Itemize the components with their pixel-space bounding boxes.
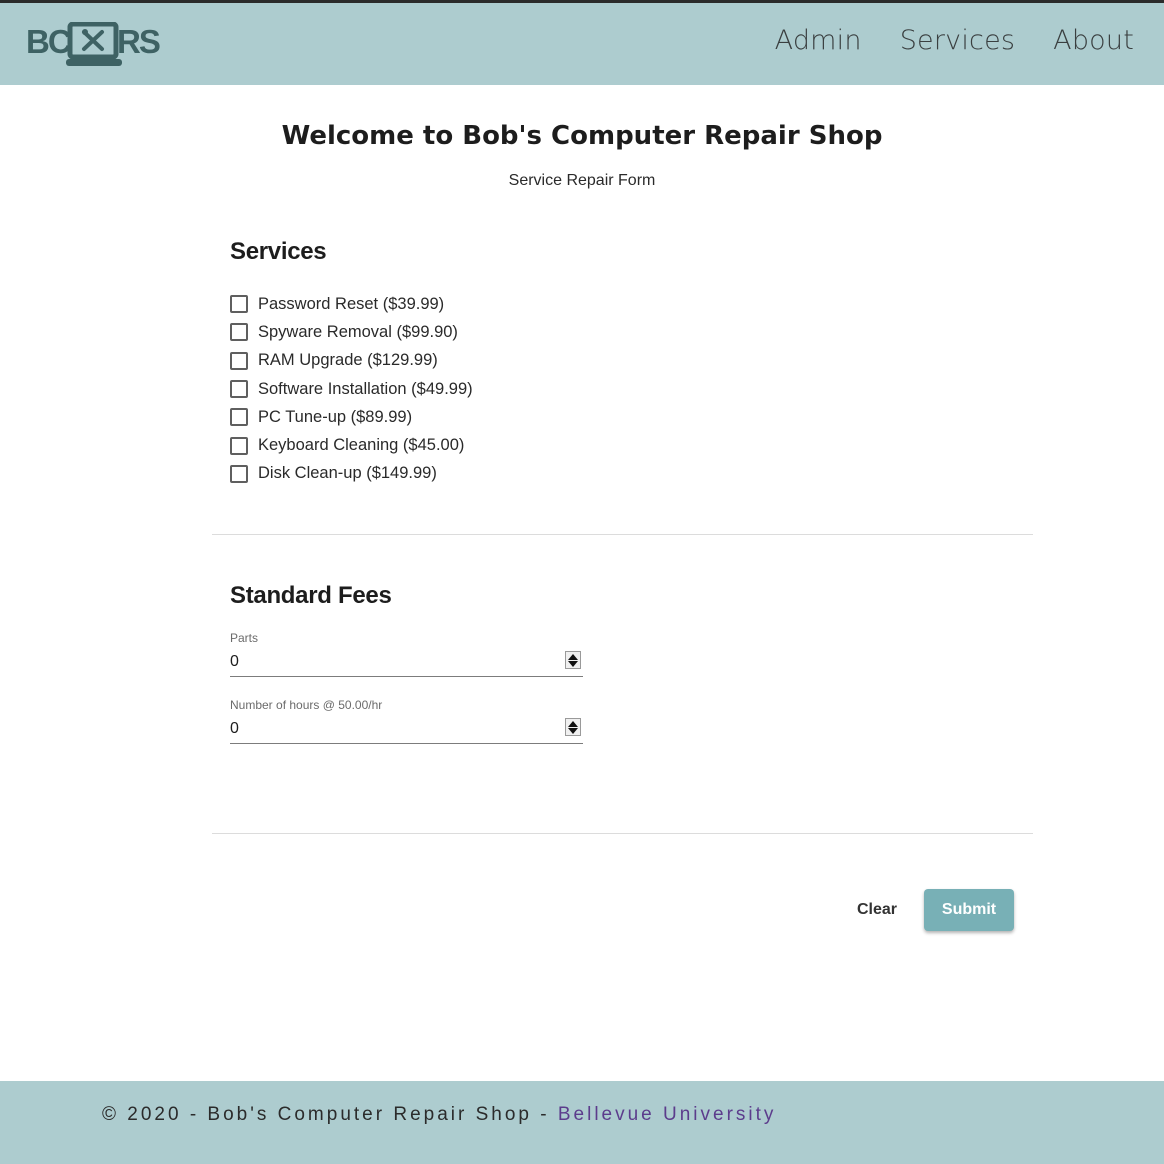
- service-option-disk-clean-up[interactable]: Disk Clean-up ($149.99): [230, 460, 473, 488]
- services-checkbox-list: Password Reset ($39.99) Spyware Removal …: [230, 290, 473, 488]
- laptop-tools-icon: BC RS: [26, 21, 162, 66]
- checkbox[interactable]: [230, 351, 248, 370]
- parts-value: 0: [230, 653, 239, 670]
- logo-text-left: BC: [26, 23, 71, 60]
- service-label: PC Tune-up ($89.99): [258, 407, 413, 426]
- service-label: Software Installation ($49.99): [258, 379, 473, 398]
- page-subtitle: Service Repair Form: [508, 172, 656, 189]
- hours-input[interactable]: 0: [230, 718, 583, 744]
- parts-label: Parts: [230, 631, 259, 645]
- nav-admin[interactable]: Admin: [775, 25, 862, 56]
- standard-fees-heading: Standard Fees: [230, 582, 392, 609]
- top-navbar: BC RS Admin Services About: [0, 3, 1164, 85]
- nav-services[interactable]: Services: [900, 25, 1015, 56]
- clear-button[interactable]: Clear: [845, 890, 909, 930]
- service-option-software-installation[interactable]: Software Installation ($49.99): [230, 375, 473, 403]
- hours-value: 0: [230, 720, 239, 737]
- section-divider: [212, 833, 1033, 834]
- checkbox[interactable]: [230, 323, 248, 342]
- spin-down-icon[interactable]: [568, 660, 578, 667]
- parts-field: Parts 0: [230, 631, 583, 677]
- service-option-spyware-removal[interactable]: Spyware Removal ($99.90): [230, 318, 473, 346]
- service-option-ram-upgrade[interactable]: RAM Upgrade ($129.99): [230, 347, 473, 375]
- page-title: Welcome to Bob's Computer Repair Shop: [281, 121, 883, 151]
- services-heading: Services: [230, 238, 327, 265]
- service-option-keyboard-cleaning[interactable]: Keyboard Cleaning ($45.00): [230, 431, 473, 459]
- hours-field: Number of hours @ 50.00/hr 0: [230, 698, 583, 744]
- copyright-text: © 2020 - Bob's Computer Repair Shop -: [102, 1104, 558, 1125]
- service-label: Password Reset ($39.99): [258, 294, 445, 313]
- service-label: Disk Clean-up ($149.99): [258, 464, 437, 483]
- service-label: Spyware Removal ($99.90): [258, 322, 458, 341]
- submit-button[interactable]: Submit: [924, 889, 1014, 931]
- parts-input[interactable]: 0: [230, 651, 583, 677]
- service-label: RAM Upgrade ($129.99): [258, 351, 438, 370]
- checkbox[interactable]: [230, 464, 248, 483]
- spin-up-icon[interactable]: [568, 653, 578, 660]
- footer: © 2020 - Bob's Computer Repair Shop - Be…: [0, 1081, 1164, 1164]
- checkbox[interactable]: [230, 408, 248, 427]
- logo-text-right: RS: [117, 23, 160, 60]
- parts-spinner[interactable]: [565, 651, 581, 669]
- section-divider: [212, 534, 1033, 535]
- hours-spinner[interactable]: [565, 718, 581, 736]
- footer-text: © 2020 - Bob's Computer Repair Shop - Be…: [102, 1104, 776, 1126]
- service-option-pc-tune-up[interactable]: PC Tune-up ($89.99): [230, 403, 473, 431]
- hours-label: Number of hours @ 50.00/hr: [230, 698, 383, 712]
- service-option-password-reset[interactable]: Password Reset ($39.99): [230, 290, 473, 318]
- checkbox[interactable]: [230, 436, 248, 455]
- checkbox[interactable]: [230, 295, 248, 314]
- checkbox[interactable]: [230, 380, 248, 399]
- brand-logo[interactable]: BC RS: [26, 21, 162, 70]
- spin-up-icon[interactable]: [568, 720, 578, 727]
- main-nav: Admin Services About: [775, 25, 1134, 56]
- spin-down-icon[interactable]: [568, 727, 578, 734]
- nav-about[interactable]: About: [1053, 25, 1134, 56]
- service-label: Keyboard Cleaning ($45.00): [258, 436, 465, 455]
- bellevue-university-link[interactable]: Bellevue University: [558, 1104, 777, 1125]
